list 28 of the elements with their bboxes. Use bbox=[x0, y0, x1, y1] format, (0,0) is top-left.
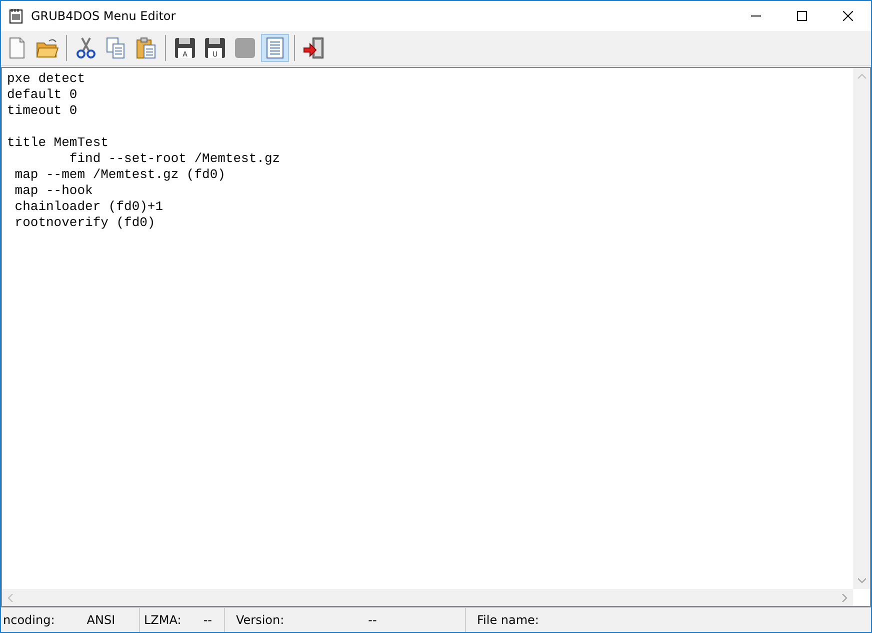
status-label: ncoding: bbox=[2, 613, 55, 627]
toolbar-button[interactable] bbox=[261, 34, 289, 62]
window-title: GRUB4DOS Menu Editor bbox=[31, 9, 176, 23]
vertical-scrollbar[interactable] bbox=[853, 68, 870, 589]
code-line: pxe detect bbox=[7, 71, 86, 87]
scissors-icon bbox=[74, 36, 98, 60]
status-label: LZMA: bbox=[143, 613, 182, 627]
code-line: map --hook bbox=[14, 183, 94, 199]
code-line: timeout 0 bbox=[7, 103, 78, 119]
code-line: chainloader (fd0)+1 bbox=[14, 199, 164, 215]
status-value: ANSI bbox=[86, 613, 116, 627]
code-line: default 0 bbox=[7, 87, 78, 103]
open-folder-icon bbox=[35, 36, 59, 60]
code-line: title MemTest bbox=[7, 135, 110, 151]
status-value: -- bbox=[203, 613, 212, 627]
horizontal-scrollbar[interactable] bbox=[2, 589, 853, 606]
close-icon bbox=[843, 11, 853, 21]
blank-icon bbox=[233, 36, 257, 60]
status-label: File name: bbox=[476, 613, 539, 627]
code-line: find --set-root /Memtest.gz bbox=[68, 151, 282, 167]
code-line: map --mem /Memtest.gz (fd0) bbox=[14, 167, 226, 183]
code-line: rootnoverify (fd0) bbox=[14, 215, 156, 231]
status-value: -- bbox=[368, 613, 377, 627]
maximize-icon bbox=[797, 11, 807, 21]
notepad-icon bbox=[9, 8, 23, 24]
status-label: Version: bbox=[235, 613, 284, 627]
exit-door-icon bbox=[302, 36, 326, 60]
paste-icon bbox=[134, 36, 158, 60]
